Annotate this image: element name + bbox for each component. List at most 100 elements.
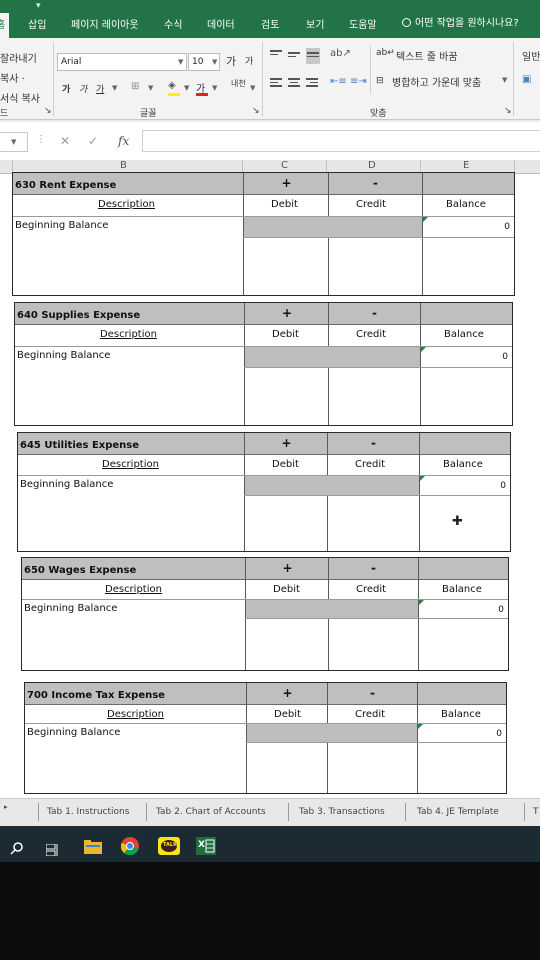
italic-button[interactable]: 가 bbox=[79, 82, 87, 95]
chevron-down-icon[interactable]: ▼ bbox=[212, 58, 217, 66]
error-indicator-icon[interactable] bbox=[421, 347, 426, 352]
align-left-icon[interactable] bbox=[270, 78, 282, 88]
name-box[interactable]: ▼ bbox=[0, 132, 28, 152]
tab-page-layout[interactable]: 페이지 레이아웃 bbox=[71, 16, 139, 31]
chevron-down-icon[interactable]: ▼ bbox=[250, 84, 255, 92]
beginning-balance-value[interactable]: 0 bbox=[500, 481, 506, 491]
ledger-supplies-expense: 640 Supplies Expense + - Description Debit Cr… bbox=[14, 302, 513, 426]
column-header-d[interactable]: D bbox=[368, 160, 376, 171]
align-bottom-icon[interactable] bbox=[306, 48, 320, 64]
quick-access-dropdown-icon[interactable]: ▾ bbox=[36, 1, 41, 11]
tell-me-box[interactable]: 어떤 작업을 원하시나요? bbox=[402, 14, 519, 29]
accounting-format-icon[interactable]: ▣ bbox=[522, 74, 531, 85]
chevron-down-icon[interactable]: ▼ bbox=[11, 138, 16, 146]
cut-button[interactable]: 잘라내기 bbox=[0, 50, 37, 65]
font-name-select[interactable]: Arial bbox=[57, 53, 187, 71]
copy-button[interactable]: 복사 · bbox=[0, 70, 25, 85]
orientation-icon[interactable]: ab↗ bbox=[330, 48, 351, 59]
chevron-down-icon[interactable]: ▼ bbox=[148, 84, 153, 92]
fill-color-icon[interactable]: ◈ bbox=[168, 80, 176, 91]
credit-header: Credit bbox=[355, 459, 386, 470]
tab-formulas[interactable]: 수식 bbox=[164, 16, 182, 31]
shaded-cells[interactable] bbox=[244, 217, 422, 237]
debit-header: Debit bbox=[271, 199, 298, 210]
beginning-balance-value[interactable]: 0 bbox=[504, 222, 510, 232]
beginning-balance-label[interactable]: Beginning Balance bbox=[15, 220, 108, 231]
error-indicator-icon[interactable] bbox=[418, 724, 423, 729]
enter-icon[interactable]: ✓ bbox=[88, 134, 98, 148]
column-header-c[interactable]: C bbox=[281, 160, 288, 171]
scroll-tabs-icon[interactable]: ▸ bbox=[4, 803, 8, 811]
format-painter-button[interactable]: 서식 복사 bbox=[0, 90, 40, 105]
merge-center-button[interactable]: 병합하고 가운데 맞춤 bbox=[392, 74, 481, 89]
shrink-font-button[interactable]: 가 bbox=[245, 54, 253, 67]
debit-header: Debit bbox=[272, 459, 299, 470]
sheet-tab-transactions[interactable]: Tab 3. Transactions bbox=[299, 807, 385, 817]
align-right-icon[interactable] bbox=[306, 78, 318, 88]
chevron-down-icon[interactable]: ▼ bbox=[112, 84, 117, 92]
beginning-balance-label[interactable]: Beginning Balance bbox=[24, 603, 117, 614]
shaded-cells[interactable] bbox=[247, 724, 417, 742]
tab-home[interactable]: 홈 bbox=[0, 13, 10, 38]
shaded-cells[interactable] bbox=[245, 476, 419, 495]
align-top-icon[interactable] bbox=[270, 50, 282, 60]
worksheet-grid[interactable]: 630 Rent Expense + - Description Debit Credit… bbox=[0, 172, 540, 798]
excel-icon[interactable]: X bbox=[196, 837, 216, 859]
tab-review[interactable]: 검토 bbox=[261, 16, 279, 31]
align-center-icon[interactable] bbox=[288, 78, 300, 88]
wrap-text-icon[interactable]: ab↵ bbox=[376, 48, 395, 58]
column-header-b[interactable]: B bbox=[120, 160, 127, 171]
chrome-icon[interactable] bbox=[120, 837, 139, 859]
tab-view[interactable]: 보기 bbox=[306, 16, 324, 31]
shaded-cells[interactable] bbox=[246, 600, 418, 618]
borders-icon[interactable]: ⊞ bbox=[131, 81, 139, 92]
sheet-tab-instructions[interactable]: Tab 1. Instructions bbox=[47, 807, 129, 817]
error-indicator-icon[interactable] bbox=[419, 600, 424, 605]
tab-data[interactable]: 데이터 bbox=[207, 16, 235, 31]
sheet-tab-je-template[interactable]: Tab 4. JE Template bbox=[417, 807, 499, 817]
dialog-launcher-icon[interactable]: ↘ bbox=[504, 106, 512, 116]
bold-button[interactable]: 가 bbox=[62, 82, 70, 95]
sheet-tab-chart-of-accounts[interactable]: Tab 2. Chart of Accounts bbox=[156, 807, 266, 817]
beginning-balance-value[interactable]: 0 bbox=[502, 352, 508, 362]
beginning-balance-label[interactable]: Beginning Balance bbox=[27, 727, 120, 738]
phonetic-guide-button[interactable]: 내천 bbox=[231, 78, 246, 89]
decrease-indent-icon[interactable]: ⇤≡ bbox=[330, 76, 347, 87]
task-view-icon[interactable] bbox=[45, 841, 60, 860]
sheet-tab-next[interactable]: T bbox=[533, 807, 539, 817]
error-indicator-icon[interactable] bbox=[420, 476, 425, 481]
file-explorer-icon[interactable] bbox=[84, 839, 102, 858]
merge-cells-icon[interactable]: ⊟ bbox=[376, 76, 384, 86]
wrap-text-button[interactable]: 텍스트 줄 바꿈 bbox=[396, 48, 458, 63]
credit-header: Credit bbox=[356, 329, 387, 340]
beginning-balance-value[interactable]: 0 bbox=[498, 605, 504, 615]
increase-indent-icon[interactable]: ≡⇥ bbox=[350, 76, 367, 87]
underline-button[interactable]: 가 bbox=[96, 82, 104, 95]
column-header-e[interactable]: E bbox=[463, 160, 469, 171]
formula-input[interactable] bbox=[142, 130, 540, 152]
divider bbox=[419, 433, 420, 551]
alignment-group-label: 맞춤 bbox=[370, 109, 387, 119]
grow-font-button[interactable]: 가 bbox=[226, 53, 236, 69]
debit-sign: + bbox=[281, 436, 292, 450]
tab-help[interactable]: 도움말 bbox=[349, 16, 377, 31]
align-middle-icon[interactable] bbox=[288, 52, 300, 62]
tab-insert[interactable]: 삽입 bbox=[28, 16, 46, 31]
dialog-launcher-icon[interactable]: ↘ bbox=[44, 106, 52, 116]
kakaotalk-icon[interactable]: TALK bbox=[158, 837, 180, 859]
chevron-down-icon[interactable]: ▼ bbox=[184, 84, 189, 92]
dialog-launcher-icon[interactable]: ↘ bbox=[252, 106, 260, 116]
chevron-down-icon[interactable]: ▼ bbox=[502, 76, 507, 84]
chevron-down-icon[interactable]: ▼ bbox=[178, 58, 183, 66]
ribbon-tab-bar: ▾ 홈 삽입 페이지 레이아웃 수식 데이터 검토 보기 도움말 어떤 작업을 … bbox=[0, 0, 540, 38]
insert-function-icon[interactable]: fx bbox=[118, 134, 129, 148]
beginning-balance-value[interactable]: 0 bbox=[496, 729, 502, 739]
chevron-down-icon[interactable]: ▼ bbox=[212, 84, 217, 92]
search-icon[interactable] bbox=[10, 840, 24, 859]
cancel-icon[interactable]: ✕ bbox=[60, 134, 70, 148]
number-format-select[interactable]: 일반 bbox=[522, 48, 540, 63]
beginning-balance-label[interactable]: Beginning Balance bbox=[17, 350, 110, 361]
beginning-balance-label[interactable]: Beginning Balance bbox=[20, 479, 113, 490]
error-indicator-icon[interactable] bbox=[423, 217, 428, 222]
shaded-cells[interactable] bbox=[245, 347, 420, 367]
